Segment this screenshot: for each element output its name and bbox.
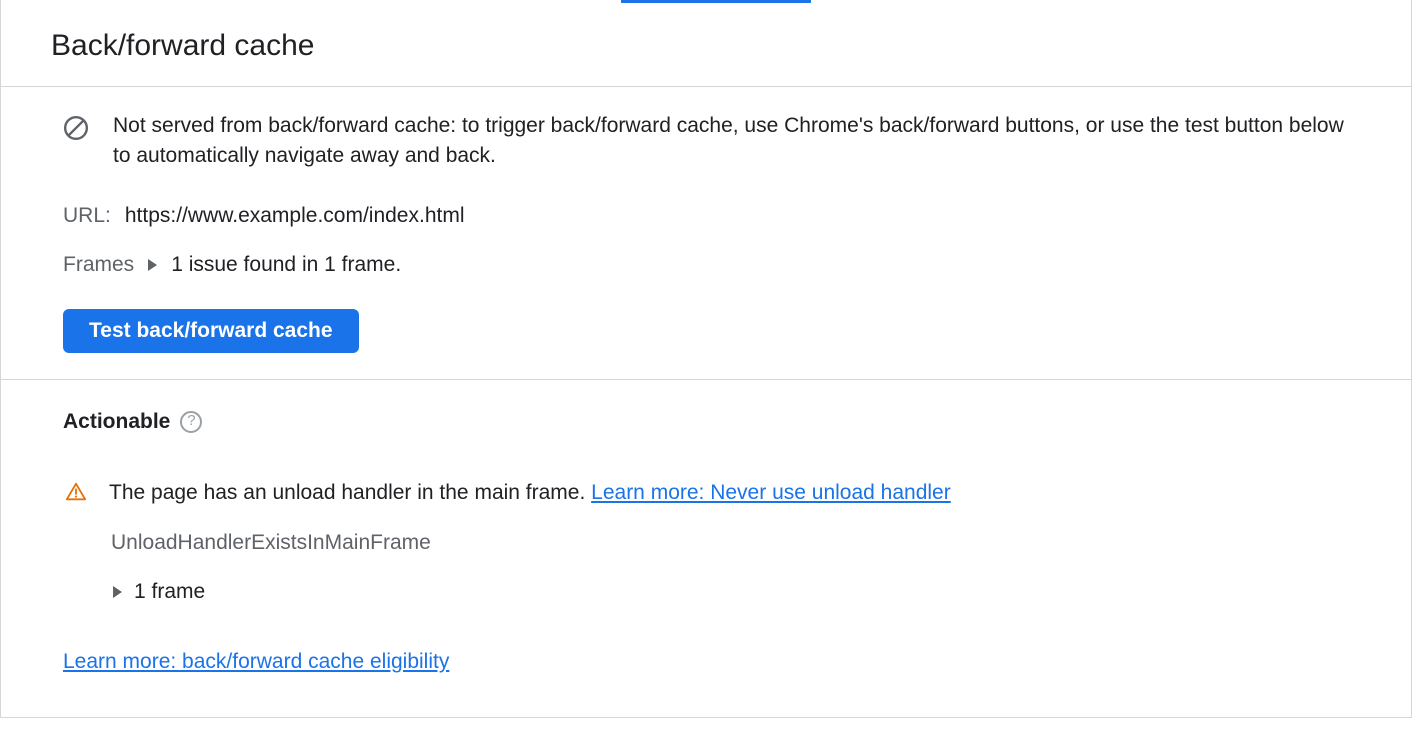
issue-text: The page has an unload handler in the ma…	[109, 477, 951, 509]
frame-count: 1 frame	[134, 576, 205, 608]
eligibility-link-row: Learn more: back/forward cache eligibili…	[63, 646, 1349, 678]
issue-message: The page has an unload handler in the ma…	[109, 481, 591, 504]
chevron-right-icon	[148, 259, 157, 271]
url-label: URL:	[63, 200, 111, 232]
status-row: Not served from back/forward cache: to t…	[63, 111, 1349, 172]
actionable-section: Actionable ? The page has an unload hand…	[1, 380, 1411, 718]
warning-icon	[65, 481, 87, 503]
tab-indicator	[1, 0, 1411, 3]
status-message: Not served from back/forward cache: to t…	[113, 111, 1349, 172]
frames-row[interactable]: Frames 1 issue found in 1 frame.	[63, 249, 1349, 281]
chevron-right-icon	[113, 586, 122, 598]
actionable-title: Actionable	[63, 406, 170, 438]
main-section: Not served from back/forward cache: to t…	[1, 87, 1411, 380]
header-section: Back/forward cache	[1, 3, 1411, 87]
frame-count-row[interactable]: 1 frame	[111, 576, 1349, 608]
frames-label: Frames	[63, 249, 134, 281]
page-title: Back/forward cache	[51, 23, 1361, 68]
issue-code: UnloadHandlerExistsInMainFrame	[111, 527, 1349, 559]
issue-learn-more-link[interactable]: Learn more: Never use unload handler	[591, 481, 951, 504]
url-value: https://www.example.com/index.html	[125, 200, 465, 232]
not-allowed-icon	[63, 115, 89, 141]
actionable-header: Actionable ?	[63, 406, 1349, 438]
url-row: URL: https://www.example.com/index.html	[63, 200, 1349, 232]
frames-summary: 1 issue found in 1 frame.	[171, 249, 401, 281]
help-icon[interactable]: ?	[180, 411, 202, 433]
eligibility-learn-more-link[interactable]: Learn more: back/forward cache eligibili…	[63, 650, 449, 673]
test-bfcache-button[interactable]: Test back/forward cache	[63, 309, 359, 353]
issue-row: The page has an unload handler in the ma…	[63, 477, 1349, 509]
